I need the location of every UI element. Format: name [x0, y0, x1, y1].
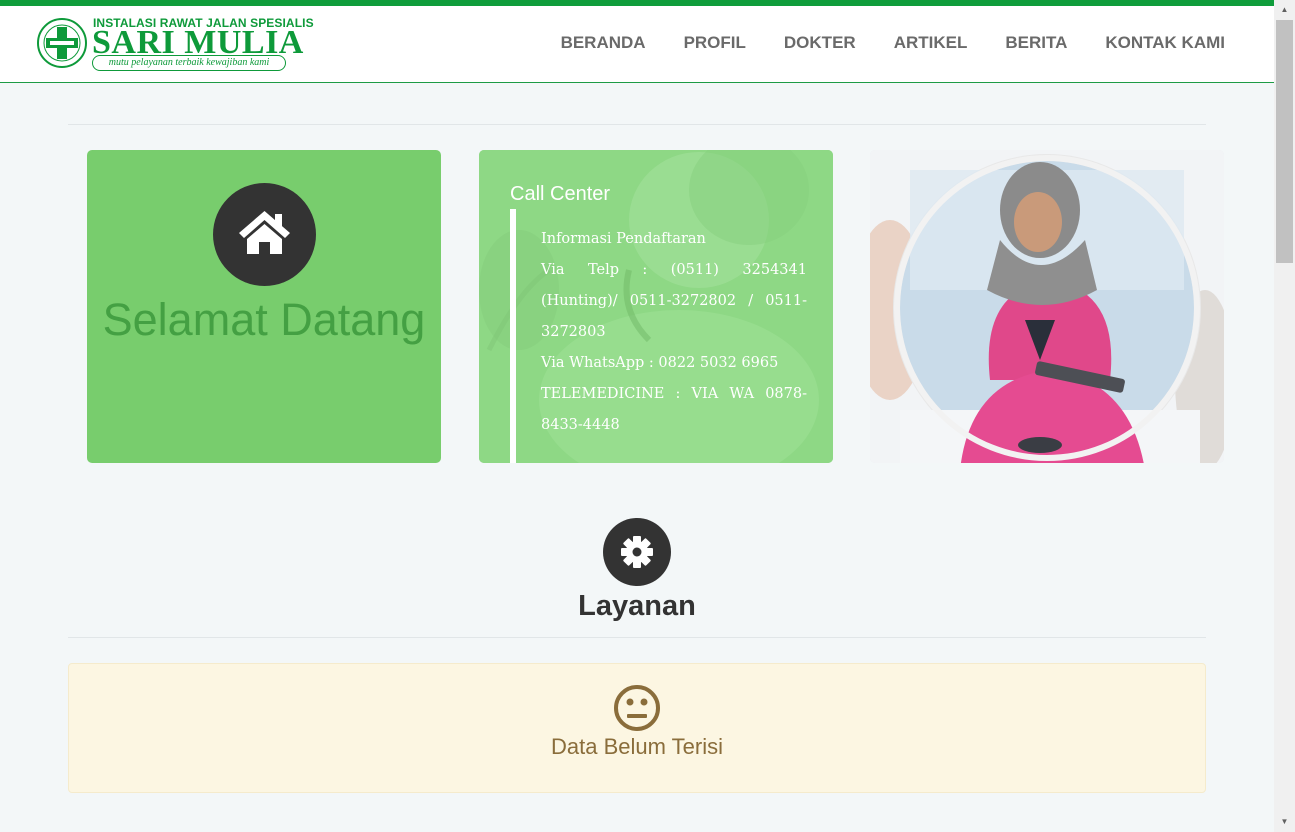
- nav-item-kontak-kami[interactable]: KONTAK KAMI: [1105, 33, 1225, 53]
- empty-state-alert: Data Belum Terisi: [68, 663, 1206, 793]
- scroll-down-arrow-icon[interactable]: ▼: [1274, 814, 1295, 832]
- scroll-up-arrow-icon[interactable]: ▲: [1274, 0, 1295, 18]
- info-whatsapp: Via WhatsApp : 0822 5032 6965: [541, 355, 779, 371]
- home-icon-circle: [213, 183, 316, 286]
- info-telemedicine: TELEMEDICINE : VIA WA 0878-8433-4448: [541, 386, 807, 433]
- section-title-layanan: Layanan: [578, 590, 696, 622]
- hospital-badge-icon: [37, 18, 87, 68]
- scrollbar-thumb[interactable]: [1276, 20, 1293, 263]
- site-logo[interactable]: INSTALASI RAWAT JALAN SPESIALIS SARI MUL…: [36, 16, 314, 76]
- site-header: INSTALASI RAWAT JALAN SPESIALIS SARI MUL…: [0, 6, 1274, 83]
- operator-photo: [870, 150, 1224, 463]
- nav-item-artikel[interactable]: ARTIKEL: [894, 33, 968, 53]
- info-telp: Via Telp : (0511) 3254341 (Hunting)/ 051…: [541, 262, 807, 340]
- call-center-photo-card: [870, 150, 1224, 463]
- nav-item-profil[interactable]: PROFIL: [684, 33, 746, 53]
- info-heading: Informasi Pendaftaran: [541, 231, 706, 247]
- nav-item-berita[interactable]: BERITA: [1005, 33, 1067, 53]
- home-icon: [239, 211, 290, 254]
- call-center-info: Informasi Pendaftaran Via Telp : (0511) …: [541, 224, 807, 441]
- nav-item-beranda[interactable]: BERANDA: [561, 33, 646, 53]
- welcome-heading: Selamat Datang: [102, 294, 426, 345]
- empty-state-text: Data Belum Terisi: [551, 734, 723, 759]
- call-center-accent-bar: [510, 209, 516, 463]
- divider: [68, 124, 1206, 125]
- welcome-card: Selamat Datang: [87, 150, 441, 463]
- page-scrollbar[interactable]: ▲ ▼: [1274, 0, 1295, 832]
- divider: [68, 637, 1206, 638]
- main-nav: BERANDA PROFIL DOKTER ARTIKEL BERITA KON…: [523, 33, 1225, 53]
- call-center-title: Call Center: [510, 183, 611, 205]
- layanan-icon-circle: [603, 518, 671, 586]
- nav-item-dokter[interactable]: DOKTER: [784, 33, 856, 53]
- neutral-face-icon: [614, 685, 660, 731]
- call-center-card: Call Center Informasi Pendaftaran Via Te…: [479, 150, 833, 463]
- gear-icon: [621, 536, 653, 568]
- logo-tagline: mutu pelayanan terbaik kewajiban kami: [92, 55, 286, 71]
